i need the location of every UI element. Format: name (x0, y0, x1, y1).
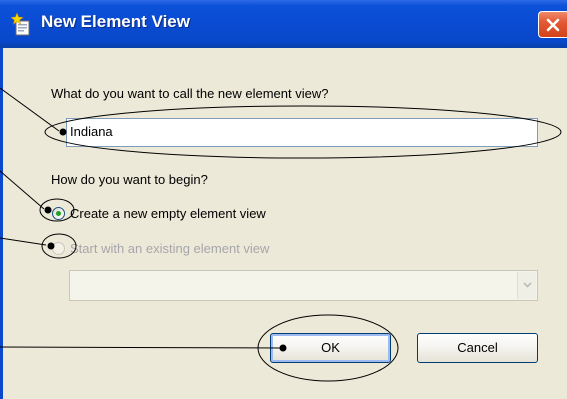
existing-view-dropdown[interactable] (69, 270, 538, 301)
begin-prompt-label: How do you want to begin? (51, 172, 208, 187)
dialog-window: New Element View What do you want to cal… (0, 0, 567, 399)
radio-new-empty-view[interactable] (52, 207, 65, 220)
ok-button[interactable]: OK (270, 333, 391, 363)
option-new-empty-label[interactable]: Create a new empty element view (70, 206, 266, 221)
element-view-name-input[interactable] (70, 124, 510, 139)
close-icon (546, 18, 560, 32)
window-title: New Element View (41, 12, 190, 31)
cancel-button[interactable]: Cancel (417, 333, 538, 363)
name-prompt-label: What do you want to call the new element… (51, 86, 329, 101)
radio-selected-dot (56, 211, 61, 216)
title-bar[interactable]: New Element View (0, 0, 567, 48)
radio-existing-view[interactable] (52, 242, 65, 255)
element-view-name-field[interactable] (66, 118, 538, 147)
new-item-sparkle-icon (11, 13, 30, 36)
option-existing-label[interactable]: Start with an existing element view (70, 241, 269, 256)
chevron-down-icon (523, 282, 532, 288)
close-button[interactable] (538, 11, 567, 38)
dropdown-arrow-button[interactable] (517, 272, 536, 299)
